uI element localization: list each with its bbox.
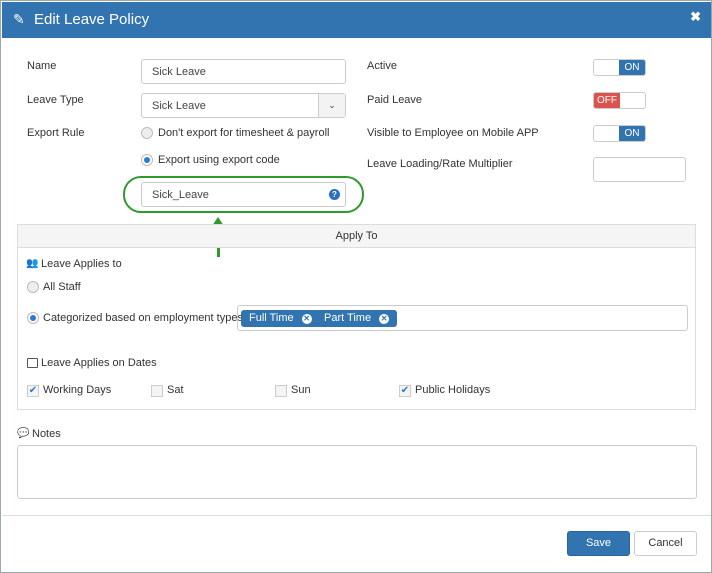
paid-leave-toggle[interactable]: OFF: [593, 92, 646, 109]
dates-label: Leave Applies on Dates: [41, 357, 157, 369]
dialog-title: Edit Leave Policy: [34, 11, 150, 28]
notes-label: Notes: [32, 428, 61, 440]
active-label: Active: [367, 60, 397, 72]
toggle-state: ON: [619, 126, 645, 141]
footer-divider: [2, 515, 711, 516]
sun-label: Sun: [291, 384, 311, 396]
help-icon[interactable]: ?: [329, 189, 340, 200]
export-code-label: Export using export code: [158, 154, 280, 166]
dont-export-label: Don't export for timesheet & payroll: [158, 127, 330, 139]
leave-type-select[interactable]: Sick Leave ⌄: [141, 93, 346, 118]
edit-icon: ✎: [13, 11, 25, 27]
apply-to-header: Apply To: [18, 225, 695, 248]
toggle-state: ON: [619, 60, 645, 75]
comment-icon: 💬: [17, 428, 30, 439]
paid-leave-label: Paid Leave: [367, 94, 423, 106]
multiplier-label: Leave Loading/Rate Multiplier: [367, 158, 513, 170]
notes-textarea[interactable]: [17, 445, 697, 499]
users-icon: 👥: [26, 258, 39, 269]
leave-type-value: Sick Leave: [152, 100, 206, 112]
employment-types-input[interactable]: Full Time ✕ Part Time ✕: [237, 305, 688, 331]
apply-to-panel: Apply To 👥 Leave Applies to All Staff Ca…: [17, 224, 696, 410]
checkbox-sun[interactable]: [275, 385, 287, 397]
visible-mobile-label: Visible to Employee on Mobile APP: [367, 127, 539, 139]
categorized-label: Categorized based on employment types: [43, 312, 243, 324]
checkbox-working-days[interactable]: ✔: [27, 385, 39, 397]
chip-full-time: Full Time ✕: [241, 310, 320, 327]
checkbox-sat[interactable]: [151, 385, 163, 397]
sat-label: Sat: [167, 384, 184, 396]
multiplier-input[interactable]: [593, 157, 686, 182]
export-rule-label: Export Rule: [27, 127, 85, 139]
applies-to-label: Leave Applies to: [41, 258, 122, 270]
public-holidays-label: Public Holidays: [415, 384, 491, 396]
chip-label: Full Time: [249, 312, 294, 324]
remove-icon[interactable]: ✕: [301, 314, 312, 324]
close-icon[interactable]: ✖: [690, 9, 701, 25]
calendar-icon: [27, 358, 38, 368]
cancel-button[interactable]: Cancel: [634, 531, 697, 556]
radio-categorized[interactable]: [27, 312, 39, 324]
chip-label: Part Time: [324, 312, 372, 324]
chip-part-time: Part Time ✕: [316, 310, 398, 327]
visible-mobile-toggle[interactable]: ON: [593, 125, 646, 142]
edit-leave-policy-dialog: ✎ Edit Leave Policy ✖ Name Sick Leave Le…: [0, 0, 712, 573]
name-label: Name: [27, 60, 57, 72]
active-toggle[interactable]: ON: [593, 59, 646, 76]
all-staff-label: All Staff: [43, 281, 81, 293]
radio-all-staff[interactable]: [27, 281, 39, 293]
export-code-value: Sick_Leave: [152, 189, 209, 201]
remove-icon[interactable]: ✕: [379, 314, 390, 324]
radio-dont-export[interactable]: [141, 127, 153, 139]
toggle-state: OFF: [594, 93, 620, 108]
radio-export-code[interactable]: [141, 154, 153, 166]
leave-type-label: Leave Type: [27, 94, 84, 106]
export-code-input[interactable]: Sick_Leave ?: [141, 182, 346, 207]
name-input[interactable]: Sick Leave: [141, 59, 346, 84]
chevron-down-icon[interactable]: ⌄: [318, 94, 345, 117]
dialog-header: ✎ Edit Leave Policy ✖: [2, 2, 711, 38]
working-days-label: Working Days: [43, 384, 112, 396]
checkbox-public-holidays[interactable]: ✔: [399, 385, 411, 397]
save-button[interactable]: Save: [567, 531, 630, 556]
